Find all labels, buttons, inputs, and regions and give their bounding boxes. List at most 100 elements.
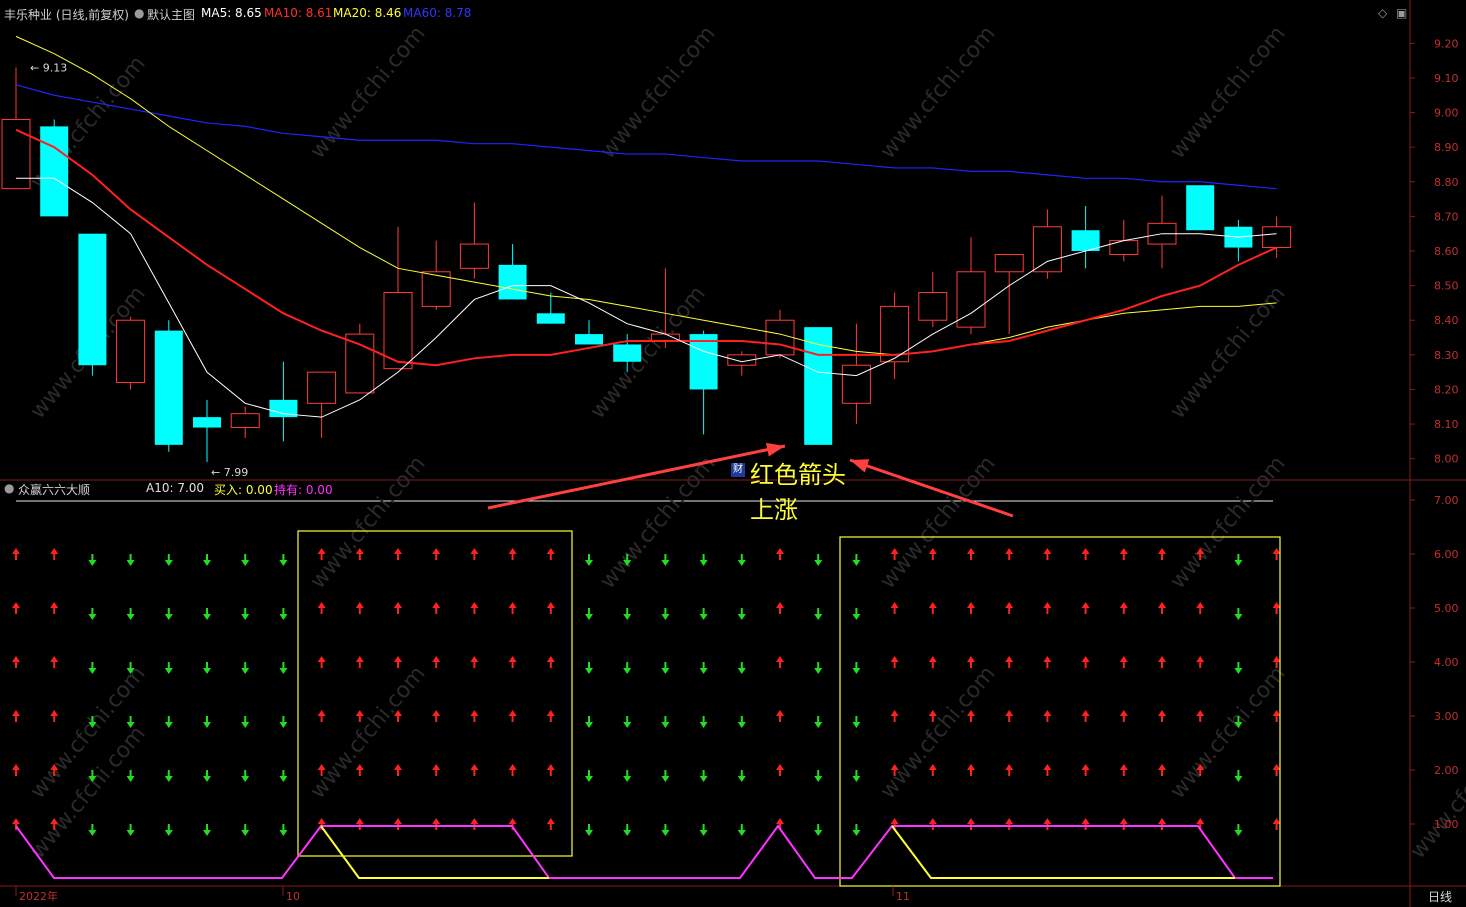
up-arrow-icon (50, 710, 59, 716)
time-tick-label: 2022年 (19, 889, 58, 903)
up-arrow-icon (1081, 710, 1090, 716)
up-arrow-icon (394, 818, 402, 824)
down-arrow-icon (737, 722, 746, 728)
watermark-text: www.cfchi.com (875, 21, 1000, 163)
up-arrow-icon (928, 656, 937, 662)
down-arrow-icon (661, 668, 670, 674)
down-arrow-icon (88, 614, 97, 620)
up-arrow-icon (967, 548, 975, 554)
watermark-text: www.cfchi.com (875, 451, 1000, 593)
down-arrow-icon (814, 668, 823, 674)
up-arrow-icon (1005, 548, 1014, 554)
up-arrow-icon (508, 548, 517, 554)
watermark-text: www.cfchi.com (305, 661, 430, 803)
up-arrow-icon (1005, 710, 1014, 716)
up-arrow-icon (317, 818, 326, 824)
sub-tick-label: 3.00 (1434, 710, 1459, 723)
up-arrow-icon (546, 710, 555, 716)
up-arrow-icon (1119, 710, 1128, 716)
down-arrow-icon (203, 830, 211, 836)
buy-line (891, 825, 1235, 879)
up-arrow-icon (776, 764, 784, 770)
down-arrow-icon (814, 830, 823, 836)
up-arrow-icon (776, 818, 784, 824)
up-arrow-icon (432, 656, 441, 662)
up-arrow-icon (50, 602, 59, 608)
ma20-line (15, 35, 1277, 356)
candle-body-up (307, 371, 337, 404)
down-arrow-icon (164, 614, 173, 620)
down-arrow-icon (1234, 830, 1243, 836)
up-arrow-icon (776, 656, 784, 662)
up-arrow-icon (1043, 548, 1052, 554)
down-arrow-icon (852, 722, 861, 728)
time-tick-label: 10 (286, 890, 300, 903)
up-arrow-icon (1196, 818, 1205, 824)
up-arrow-icon (508, 656, 517, 662)
candle-body-up (1109, 240, 1139, 255)
down-arrow-icon (1234, 560, 1243, 566)
up-arrow-icon (1081, 656, 1090, 662)
highlight-box-nov (839, 536, 1281, 887)
up-arrow-icon (546, 818, 555, 824)
up-arrow-icon (508, 818, 517, 824)
candle-body-up (230, 413, 260, 429)
up-arrow-icon (1119, 764, 1128, 770)
up-arrow-icon (1005, 602, 1014, 608)
up-arrow-icon (394, 656, 402, 662)
down-arrow-icon (699, 830, 708, 836)
up-arrow-icon (928, 602, 937, 608)
up-arrow-icon (1081, 764, 1090, 770)
up-arrow-icon (12, 764, 20, 770)
up-arrow-icon (1081, 602, 1090, 608)
up-arrow-icon (928, 818, 937, 824)
up-arrow-icon (1043, 764, 1052, 770)
watermark-text: www.cfchi.com (305, 451, 430, 593)
down-arrow-icon (737, 830, 746, 836)
up-arrow-icon (890, 710, 899, 716)
down-arrow-icon (623, 668, 632, 674)
up-arrow-icon (967, 818, 975, 824)
up-arrow-icon (355, 602, 364, 608)
price-tick-label: 8.90 (1434, 141, 1459, 154)
period-tab[interactable]: 日线 (1414, 888, 1466, 907)
high-marker: ← 9.13 (30, 62, 67, 75)
candle-body-up (765, 319, 795, 356)
down-arrow-icon (126, 614, 135, 620)
up-arrow-icon (432, 602, 441, 608)
down-arrow-icon (1234, 614, 1243, 620)
up-arrow-icon (394, 548, 402, 554)
up-arrow-icon (432, 548, 441, 554)
down-arrow-icon (661, 560, 670, 566)
up-arrow-icon (355, 656, 364, 662)
hold-line (15, 824, 1273, 879)
down-arrow-icon (279, 776, 288, 782)
up-arrow-icon (12, 818, 20, 824)
up-arrow-icon (1158, 818, 1166, 824)
up-arrow-icon (432, 818, 441, 824)
up-arrow-icon (470, 818, 479, 824)
stock-chart-window: 丰乐种业 (日线,前复权) ● 默认主图 MA5: 8.65 MA10: 8.6… (0, 0, 1466, 907)
up-arrow-icon (1158, 764, 1166, 770)
candle-body-down (40, 126, 69, 217)
up-arrow-icon (12, 602, 20, 608)
up-arrow-icon (1043, 602, 1052, 608)
candle-body-down (498, 264, 527, 300)
up-arrow-icon (546, 548, 555, 554)
chart-canvas[interactable]: www.cfchi.com www.cfchi.com www.cfchi.com w… (0, 0, 1466, 907)
finance-badge-icon[interactable]: 财 (731, 463, 745, 477)
annotation-arrow-right-head (850, 459, 870, 473)
up-arrow-icon (928, 710, 937, 716)
down-arrow-icon (126, 560, 135, 566)
down-arrow-icon (164, 668, 173, 674)
sub-tick-label: 2.00 (1434, 764, 1459, 777)
candle-body-up (116, 319, 146, 384)
down-arrow-icon (814, 614, 823, 620)
down-arrow-icon (241, 830, 250, 836)
price-tick-label: 8.00 (1434, 453, 1459, 466)
down-arrow-icon (661, 722, 670, 728)
down-arrow-icon (88, 830, 97, 836)
watermark-text: www.cfchi.com (1165, 451, 1290, 593)
price-tick-label: 8.30 (1434, 349, 1459, 362)
up-arrow-icon (1158, 602, 1166, 608)
